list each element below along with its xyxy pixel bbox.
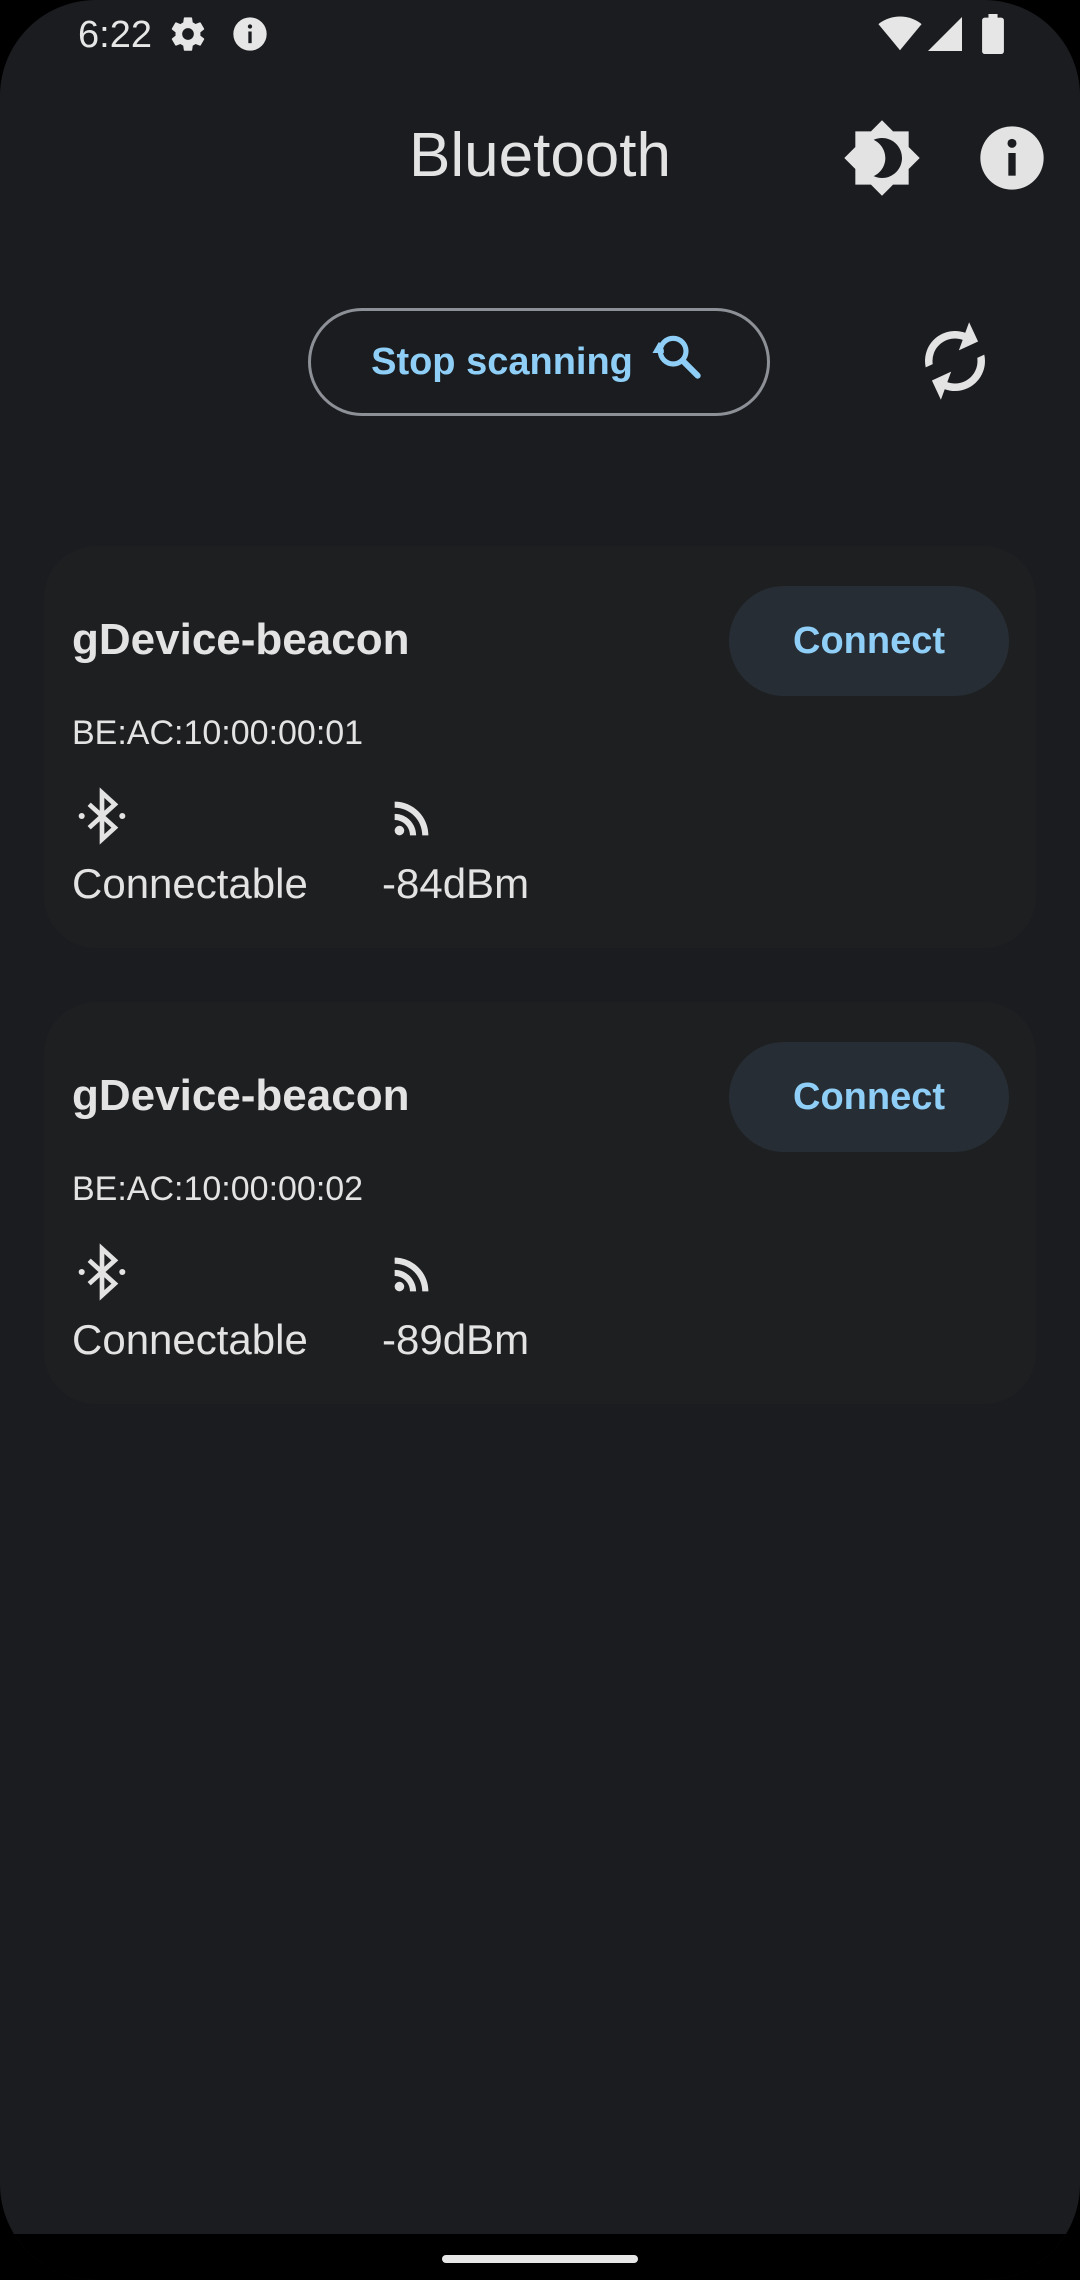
device-card: gDevice-beacon Connect BE:AC:10:00:00:02… [44,1002,1036,1404]
signal-strength-icon [386,1248,438,1300]
device-rssi: -84dBm [382,860,530,907]
about-button[interactable] [972,118,1052,198]
info-icon [972,126,1052,202]
device-name: gDevice-beacon [72,615,410,664]
connect-button[interactable]: Connect [729,1042,1009,1152]
stop-scanning-label: Stop scanning [371,340,633,383]
device-mac-address: BE:AC:10:00:00:01 [72,714,364,752]
bluetooth-icon [74,786,130,846]
device-status: Connectable [72,860,308,907]
app-screen: 6:22 Bluetooth Stop scanning gDevice-bea… [0,0,1080,2280]
device-rssi: -89dBm [382,1316,530,1363]
cell-signal-icon [928,16,962,57]
stop-scanning-button[interactable]: Stop scanning [308,308,770,416]
device-name: gDevice-beacon [72,1071,410,1120]
device-status: Connectable [72,1316,308,1363]
settings-icon [168,14,208,59]
status-time: 6:22 [78,14,152,56]
battery-icon [982,14,1004,59]
wifi-icon [878,16,922,57]
home-gesture-handle[interactable] [442,2255,638,2263]
refresh-icon [910,322,1000,410]
brightness-toggle-button[interactable] [842,118,922,198]
status-bar: 6:22 [0,0,1080,70]
signal-strength-icon [386,792,438,844]
search-icon [651,329,707,395]
connect-button[interactable]: Connect [729,586,1009,696]
device-card: gDevice-beacon Connect BE:AC:10:00:00:01… [44,546,1036,948]
refresh-button[interactable] [910,316,1000,406]
brightness-icon [842,120,922,202]
device-mac-address: BE:AC:10:00:00:02 [72,1170,364,1208]
bluetooth-icon [74,1242,130,1302]
info-icon [230,14,270,59]
